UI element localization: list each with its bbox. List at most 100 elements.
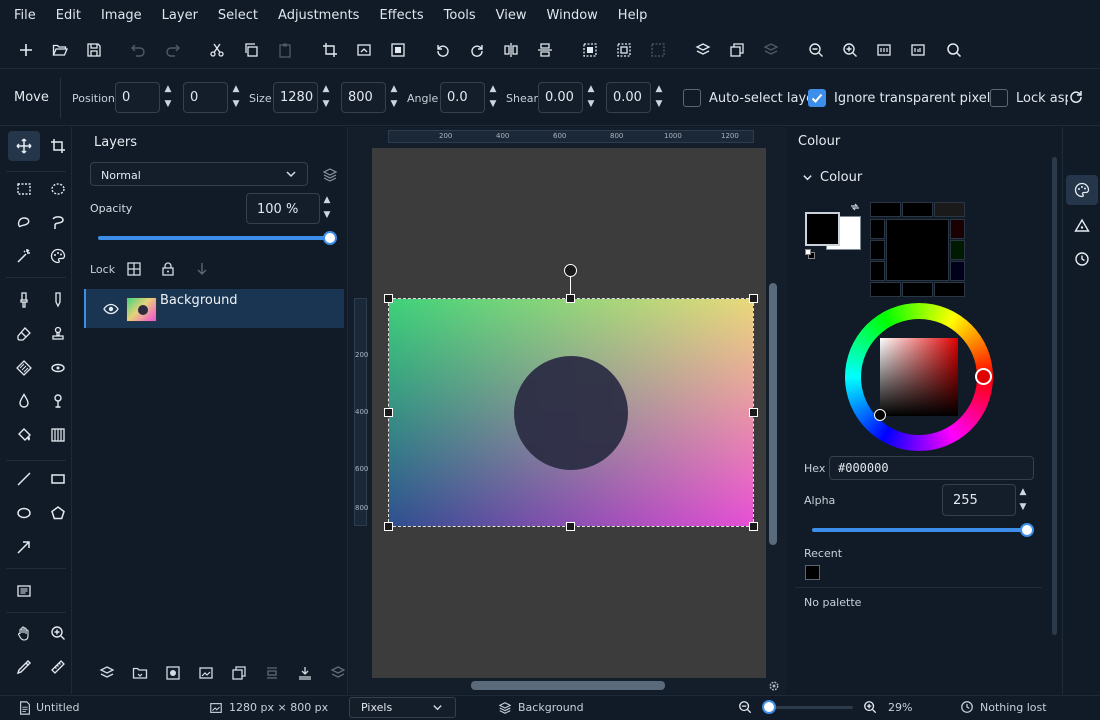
add-new-layer-icon[interactable] [98, 664, 116, 682]
hue-ring-knob[interactable] [975, 368, 992, 385]
pencil-icon[interactable] [42, 285, 74, 315]
palette-swatch[interactable] [934, 202, 965, 217]
crop-tool-icon[interactable] [42, 131, 74, 161]
transform-handle-se[interactable] [749, 522, 758, 531]
gradient-icon[interactable] [8, 353, 40, 383]
menu-layer[interactable]: Layer [152, 0, 208, 32]
history-icon[interactable] [1074, 251, 1090, 267]
position-y-stepper[interactable]: ▲ ▼ [229, 82, 243, 113]
flip-vertical-icon[interactable] [535, 40, 555, 60]
layer-image-icon[interactable] [197, 664, 215, 682]
rotate-ccw-icon[interactable] [433, 40, 453, 60]
reset-colors-icon[interactable] [805, 249, 815, 259]
eraser-icon[interactable] [8, 319, 40, 349]
transform-handle-e[interactable] [749, 408, 758, 417]
palette-swatch[interactable] [934, 282, 965, 297]
zoom-out-icon[interactable] [806, 40, 826, 60]
size-height-input[interactable]: 800 [341, 82, 386, 113]
zoom-slider-knob[interactable] [762, 700, 776, 714]
zoom-slider-track[interactable] [769, 706, 853, 709]
measure-tool-icon[interactable] [42, 652, 74, 682]
resize-canvas-icon[interactable] [388, 40, 408, 60]
import-layer-icon[interactable] [131, 664, 149, 682]
undo-icon[interactable] [128, 40, 148, 60]
best-fit-icon[interactable] [874, 40, 894, 60]
palette-swatch-large[interactable] [886, 219, 949, 281]
opacity-slider-track[interactable] [98, 236, 330, 240]
palette-swatch[interactable] [950, 261, 965, 281]
text-tool-icon[interactable] [8, 576, 40, 606]
merge-down-icon[interactable] [296, 664, 314, 682]
rectangle-select-icon[interactable] [8, 174, 40, 204]
position-x-stepper[interactable]: ▲ ▼ [161, 82, 175, 113]
ellipse-tool-icon[interactable] [8, 498, 40, 528]
zoom-out-icon[interactable] [738, 700, 752, 714]
vertical-scrollbar[interactable] [769, 283, 777, 545]
pattern-icon[interactable] [42, 420, 74, 450]
position-y-input[interactable]: 0 [183, 82, 228, 113]
resize-image-icon[interactable] [354, 40, 374, 60]
swap-colors-icon[interactable] [850, 202, 860, 212]
size-width-stepper[interactable]: ▲ ▼ [319, 82, 333, 113]
select-all-icon[interactable] [580, 40, 600, 60]
transform-handle-w[interactable] [384, 408, 393, 417]
menu-edit[interactable]: Edit [46, 0, 91, 32]
palette-swatch[interactable] [870, 219, 885, 239]
alpha-stepper[interactable]: ▲ ▼ [1016, 485, 1030, 516]
shear-y-input[interactable]: 0.00 [606, 82, 651, 113]
layer-mask-icon[interactable] [164, 664, 182, 682]
crop-to-selection-icon[interactable] [320, 40, 340, 60]
position-x-input[interactable]: 0 [115, 82, 160, 113]
palette-swatch[interactable] [902, 202, 933, 217]
move-layer-icon[interactable] [263, 664, 281, 682]
search-icon[interactable] [944, 40, 964, 60]
color-select-icon[interactable] [42, 241, 74, 271]
lock-icon[interactable] [159, 260, 177, 278]
transform-handle-sw[interactable] [384, 522, 393, 531]
transform-handle-s[interactable] [566, 522, 575, 531]
layer-row-background[interactable]: Background [84, 289, 344, 328]
new-icon[interactable] [16, 40, 36, 60]
size-height-stepper[interactable]: ▲ ▼ [387, 82, 401, 113]
transform-handle-ne[interactable] [749, 294, 758, 303]
cut-icon[interactable] [207, 40, 227, 60]
alpha-slider-track[interactable] [812, 528, 1027, 532]
menu-image[interactable]: Image [91, 0, 152, 32]
magic-wand-icon[interactable] [8, 241, 40, 271]
shear-y-stepper[interactable]: ▲ ▼ [652, 82, 666, 113]
copy-icon[interactable] [241, 40, 261, 60]
shear-x-input[interactable]: 0.00 [538, 82, 583, 113]
units-select[interactable]: Pixels [349, 697, 456, 718]
transform-handle-n[interactable] [566, 294, 575, 303]
palette-swatch[interactable] [950, 219, 965, 239]
menu-effects[interactable]: Effects [369, 0, 433, 32]
palette-icon[interactable] [1066, 175, 1098, 205]
colour-panel-scrollbar[interactable] [1052, 157, 1057, 635]
horizontal-scrollbar[interactable] [471, 681, 665, 690]
menu-file[interactable]: File [4, 0, 46, 32]
primary-color-swatch[interactable] [805, 212, 840, 246]
palette-swatch[interactable] [870, 282, 901, 297]
line-tool-icon[interactable] [8, 464, 40, 494]
menu-select[interactable]: Select [208, 0, 268, 32]
redo-icon[interactable] [163, 40, 183, 60]
paint-bucket-icon[interactable] [8, 420, 40, 450]
size-width-input[interactable]: 1280 [273, 82, 318, 113]
save-icon[interactable] [84, 40, 104, 60]
arrow-tool-icon[interactable] [8, 532, 40, 562]
recolor-icon[interactable] [42, 353, 74, 383]
duplicate-layer-icon[interactable] [230, 664, 248, 682]
rotation-handle[interactable] [564, 264, 577, 277]
menu-view[interactable]: View [486, 0, 537, 32]
pan-tool-icon[interactable] [8, 618, 40, 648]
layer-properties-icon[interactable] [321, 166, 339, 184]
palette-swatch[interactable] [870, 240, 885, 260]
blend-mode-select[interactable]: Normal [90, 162, 308, 186]
angle-stepper[interactable]: ▲ ▼ [486, 82, 500, 113]
ellipse-select-icon[interactable] [42, 174, 74, 204]
lasso-select-icon[interactable] [8, 208, 40, 238]
recent-color-swatch[interactable] [805, 565, 820, 580]
sv-picker-knob[interactable] [874, 409, 886, 421]
lock-position-icon[interactable] [125, 260, 143, 278]
deselect-icon[interactable] [648, 40, 668, 60]
